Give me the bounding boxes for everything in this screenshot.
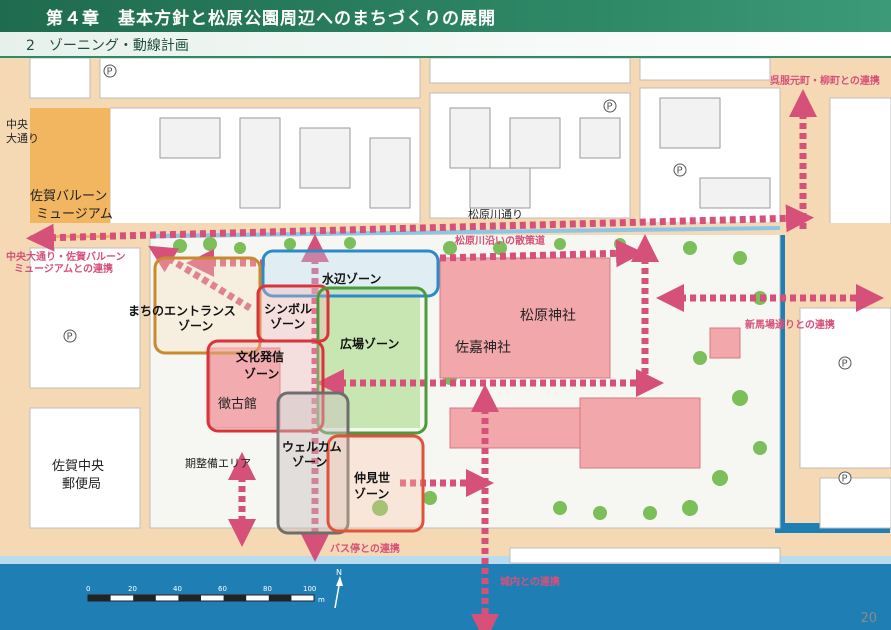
svg-text:P: P [677,166,683,177]
svg-text:P: P [107,67,113,78]
zone-culture-label-2: ゾーン [244,366,279,381]
zone-entrance-label-1: まちのエントランス [128,304,236,318]
matsubara-jinja-label: 松原神社 [520,308,576,324]
svg-text:P: P [607,102,613,113]
post-office-label-2: 郵便局 [62,477,101,492]
parking-icon: P [838,471,852,485]
balloon-museum-label-1: 佐賀バルーン [30,189,107,204]
link-jonai-label: 城内との連携 [500,575,560,588]
chuo-odori-label-2: 大通り [6,131,39,145]
phase-area-label: 期整備エリア [185,456,251,470]
zone-symbol-label-1: シンボル [264,301,312,316]
scale-tick-100: 100 [303,585,316,593]
scale-unit: m [318,596,325,604]
parking-icon: P [103,64,117,78]
zone-plaza-label: 広場ゾーン [340,336,399,351]
chokokan-label: 徴古館 [218,397,257,412]
scale-tick-40: 40 [173,585,182,593]
zone-welcome-label-2: ゾーン [292,454,327,469]
link-balloon-label-2: ミュージアムとの連携 [14,262,113,275]
section-title: 2 ゾーニング・動線計画 [26,38,189,54]
chuo-odori-label-1: 中央 [6,118,28,131]
link-bus-stop-label: バス停との連携 [330,542,400,555]
scale-tick-60: 60 [218,585,227,593]
svg-text:P: P [842,359,848,370]
link-shinbaba-label: 新馬場通りとの連携 [745,318,835,331]
svg-text:N: N [336,568,342,577]
parking-icon: P [838,356,852,370]
scale-tick-0: 0 [86,585,90,593]
link-balloon-label-1: 中央大通り・佐賀バルーン [6,250,126,263]
svg-text:P: P [842,474,848,485]
saga-jinja-label: 佐嘉神社 [455,340,511,356]
zone-water-label: 水辺ゾーン [322,271,381,286]
zone-entrance-label-2: ゾーン [178,318,213,333]
zone-culture-label-1: 文化発信 [236,349,284,364]
scale-tick-20: 20 [128,585,137,593]
parking-icon: P [63,329,77,343]
chapter-title: 第４章 基本方針と松原公園周辺へのまちづくりの展開 [46,9,496,29]
svg-text:P: P [67,332,73,343]
zoning-map: P P P P P P 水辺ゾーン まちのエントランス ゾーン シンボル ゾーン… [0,58,891,630]
parking-icon: P [673,163,687,177]
zone-welcome-label-1: ウェルカム [282,440,342,454]
zone-nakamise-label-1: 仲見世 [354,470,390,485]
zone-nakamise-label-2: ゾーン [354,486,389,501]
link-walk-label: 松原川沿いの散策道 [455,234,545,247]
post-office-label-1: 佐賀中央 [52,459,104,474]
zone-symbol-label-2: ゾーン [270,316,305,331]
link-gofukumoto-label: 呉服元町・柳町との連携 [770,74,880,87]
page-number: 20 [860,611,877,626]
chapter-header: 第４章 基本方針と松原公園周辺へのまちづくりの展開 [0,0,891,32]
scale-tick-80: 80 [263,585,272,593]
parking-icon: P [603,99,617,113]
balloon-museum-label-2: ミュージアム [36,207,113,222]
section-header: 2 ゾーニング・動線計画 [0,32,891,58]
matsubaragawa-dori-label: 松原川通り [468,207,523,221]
